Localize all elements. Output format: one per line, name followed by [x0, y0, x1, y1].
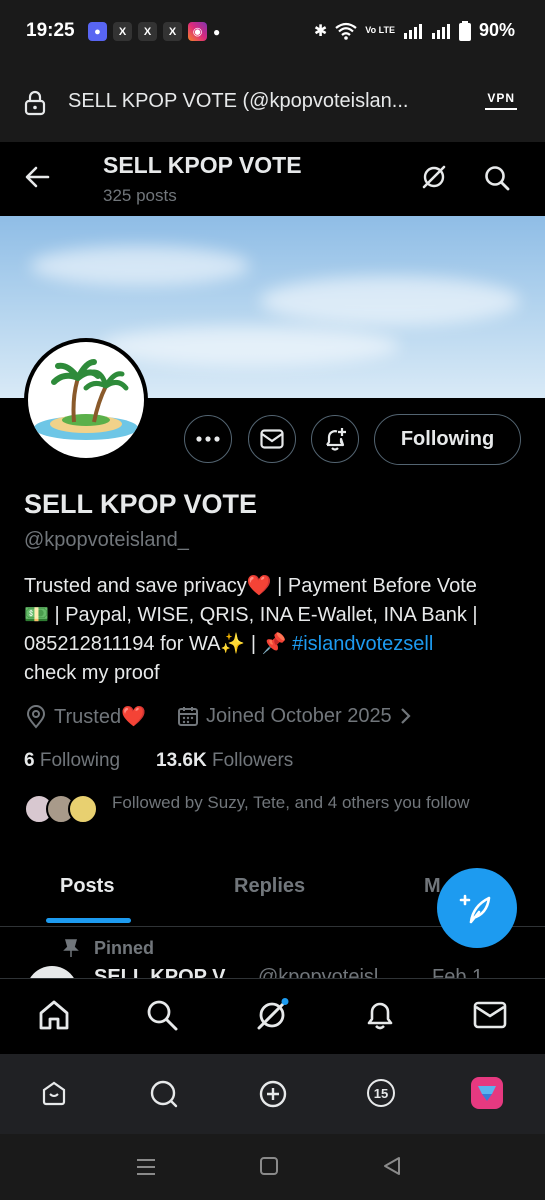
bell-icon[interactable] — [362, 997, 398, 1033]
back-arrow-icon[interactable] — [24, 164, 50, 190]
bluetooth-icon: ✱ — [313, 22, 328, 40]
back-button-icon[interactable] — [382, 1156, 402, 1176]
grok-nav-icon[interactable] — [254, 997, 290, 1033]
home-icon[interactable] — [36, 997, 72, 1033]
following-button[interactable]: Following — [374, 414, 521, 465]
tab-posts[interactable]: Posts — [60, 875, 114, 898]
profile-handle: @kpopvoteisland_ — [24, 529, 189, 551]
tab-replies[interactable]: Replies — [234, 875, 305, 898]
hashtag-link[interactable]: #islandvotezsell — [292, 633, 433, 655]
messages-icon[interactable] — [472, 997, 508, 1033]
mail-icon — [260, 429, 284, 449]
notifications-button[interactable] — [311, 415, 359, 463]
vpn-icon[interactable]: VPN — [485, 91, 517, 110]
bio-line: check my proof — [24, 662, 160, 684]
profile-location: Trusted❤️ — [24, 704, 146, 729]
more-options-button[interactable] — [184, 415, 232, 463]
location-icon — [26, 704, 46, 729]
island-avatar-image — [34, 359, 138, 440]
search-icon[interactable] — [483, 164, 511, 192]
chevron-right-icon — [400, 708, 411, 724]
bio-line: 💵 | Paypal, WISE, QRIS, INA E-Wallet, IN… — [24, 604, 478, 626]
following-count[interactable]: 6 Following — [24, 750, 120, 772]
x-app-icon: X — [113, 22, 132, 41]
x-app-icon: X — [163, 22, 182, 41]
add-icon[interactable] — [258, 1079, 288, 1109]
followers-count[interactable]: 13.6K Followers — [156, 750, 293, 772]
header-title: SELL KPOP VOTE — [103, 152, 302, 178]
profile-joined[interactable]: Joined October 2025 — [176, 704, 412, 728]
follower-avatar — [68, 794, 98, 824]
url-text[interactable]: SELL KPOP VOTE (@kpopvoteislan... — [68, 90, 408, 113]
recents-icon[interactable] — [135, 1158, 157, 1176]
compose-button[interactable] — [437, 868, 517, 948]
compose-icon — [459, 894, 491, 924]
followed-by-text[interactable]: Followed by Suzy, Tete, and 4 others you… — [112, 793, 470, 813]
message-button[interactable] — [248, 415, 296, 463]
grok-icon[interactable] — [420, 163, 448, 191]
wifi-icon — [335, 22, 357, 40]
discord-icon: ● — [88, 22, 107, 41]
launcher-home-icon[interactable] — [40, 1079, 68, 1107]
status-right: ✱ Vo LTE 90% — [314, 20, 515, 41]
notification-count-badge[interactable]: 15 — [367, 1079, 395, 1107]
battery-percent: 90% — [478, 20, 515, 40]
battery-icon — [458, 20, 471, 41]
lock-icon — [24, 90, 46, 116]
notification-icons: ● X X X ◉ ● — [88, 22, 220, 41]
more-icon — [196, 436, 220, 442]
bio-line: 085212811194 for WA✨ | 📌 #islandvotezsel… — [24, 633, 434, 655]
search-nav-icon[interactable] — [144, 997, 180, 1033]
x-app-icon: X — [138, 22, 157, 41]
bell-plus-icon — [326, 428, 346, 451]
profile-app-icon[interactable] — [471, 1077, 503, 1109]
volte-icon: Vo LTE — [365, 25, 395, 35]
tab-indicator — [46, 918, 131, 923]
profile-bio: Trusted and save privacy❤️ | Payment Bef… — [24, 572, 529, 688]
more-notifications-dot: ● — [213, 24, 221, 39]
profile-name: SELL KPOP VOTE — [24, 489, 258, 519]
instagram-icon: ◉ — [188, 22, 207, 41]
bio-line: Trusted and save privacy❤️ | Payment Bef… — [24, 575, 477, 597]
calendar-icon — [178, 707, 198, 726]
status-time: 19:25 — [26, 20, 75, 41]
signal-icon-2 — [431, 23, 450, 39]
avatar[interactable] — [24, 338, 148, 462]
pin-icon — [63, 939, 79, 957]
home-button-icon[interactable] — [259, 1156, 279, 1176]
signal-icon — [403, 23, 422, 39]
post-count: 325 posts — [103, 186, 177, 205]
pinned-label: Pinned — [94, 938, 155, 958]
launcher-search-icon[interactable] — [149, 1079, 179, 1109]
